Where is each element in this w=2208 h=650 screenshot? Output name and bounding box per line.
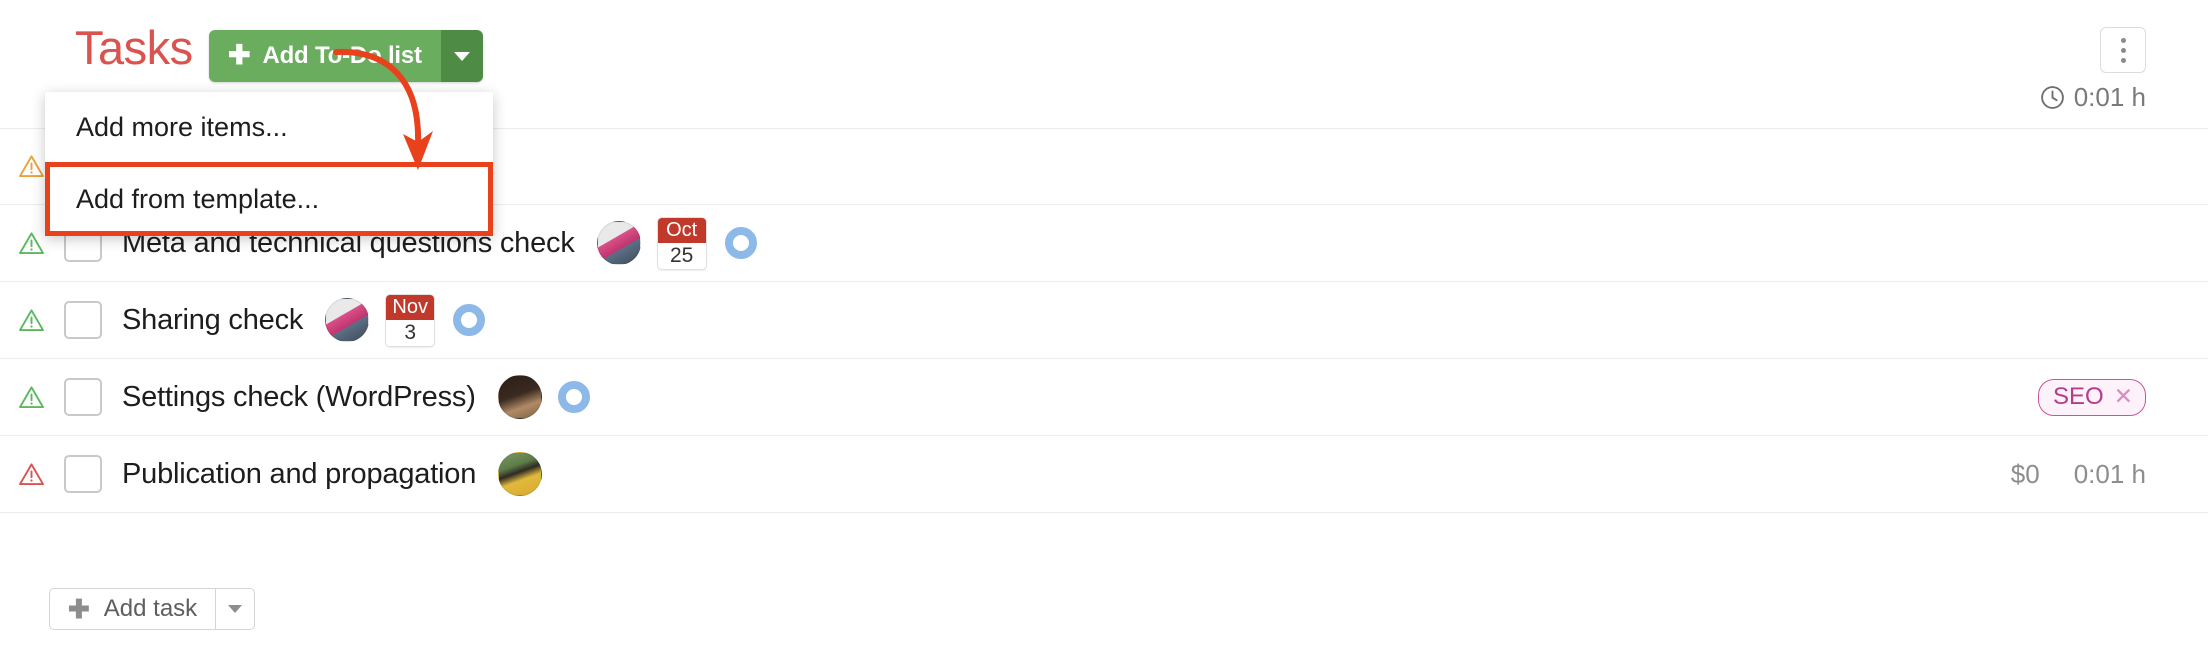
table-row[interactable]: Publication and propagation $0 0:01 h — [0, 436, 2208, 513]
add-task-button[interactable]: ✚ Add task — [50, 589, 215, 629]
status-badge[interactable]: SEO ✕ — [2038, 378, 2146, 416]
chevron-down-icon — [453, 51, 470, 61]
task-title: Publication and propagation — [122, 457, 477, 490]
warning-triangle-icon — [19, 385, 44, 408]
warning-triangle-icon — [19, 231, 44, 254]
add-task-split-button[interactable]: ✚ Add task — [49, 588, 256, 630]
task-checkbox[interactable] — [64, 378, 102, 416]
header-time-label: 0:01 h — [2073, 82, 2146, 112]
task-title: Settings check (WordPress) — [122, 380, 476, 413]
due-date-badge[interactable]: Nov 3 — [385, 293, 436, 347]
task-time: 0:01 h — [2073, 458, 2146, 489]
kebab-dot-icon — [2120, 47, 2126, 53]
clock-icon — [2040, 86, 2064, 109]
add-task-label: Add task — [103, 595, 198, 622]
menu-item-add-from-template[interactable]: Add from template... — [45, 162, 493, 236]
add-task-dropdown-toggle[interactable] — [215, 589, 254, 629]
more-options-button[interactable] — [2100, 27, 2146, 73]
row-right-meta: $0 0:01 h — [2011, 436, 2146, 512]
tag-label: SEO — [2053, 382, 2104, 410]
task-title: Sharing check — [122, 303, 304, 336]
menu-item-label: Add more items... — [76, 111, 288, 142]
table-row[interactable]: Sharing check Nov 3 — [0, 282, 2208, 359]
menu-item-label: Add from template... — [76, 183, 320, 214]
chevron-down-icon — [228, 605, 243, 613]
add-todo-list-dropdown-toggle[interactable] — [440, 30, 483, 82]
kebab-dot-icon — [2120, 37, 2126, 43]
avatar[interactable] — [596, 221, 641, 265]
due-date-month: Nov — [386, 294, 435, 320]
add-todo-dropdown-menu: Add more items... Add from template... — [45, 92, 493, 236]
task-cost: $0 — [2010, 458, 2040, 489]
table-row[interactable]: Settings check (WordPress) SEO ✕ — [0, 359, 2208, 436]
add-todo-list-button[interactable]: ✚ Add To-Do list — [209, 30, 441, 82]
close-icon[interactable]: ✕ — [2114, 385, 2133, 408]
warning-triangle-icon — [19, 155, 44, 178]
warning-triangle-icon — [19, 462, 44, 485]
due-date-badge[interactable]: Oct 25 — [656, 216, 707, 270]
due-date-day: 25 — [657, 242, 706, 269]
warning-triangle-icon — [19, 308, 44, 331]
due-date-day: 3 — [386, 319, 435, 346]
plus-icon: ✚ — [68, 594, 90, 624]
avatar[interactable] — [498, 452, 543, 496]
avatar[interactable] — [325, 298, 370, 342]
header-time-total: 0:01 h — [2040, 82, 2146, 113]
progress-donut-icon[interactable] — [453, 304, 486, 336]
page-header: Tasks ✚ Add To-Do list 0:01 h — [0, 0, 2208, 112]
plus-icon: ✚ — [228, 39, 251, 70]
row-right-meta: SEO ✕ — [2038, 359, 2146, 435]
avatar[interactable] — [497, 375, 542, 419]
page-title: Tasks — [75, 21, 193, 74]
menu-item-add-more-items[interactable]: Add more items... — [45, 92, 493, 162]
kebab-dot-icon — [2120, 57, 2126, 63]
add-todo-list-label: Add To-Do list — [262, 42, 422, 69]
add-todo-list-split-button[interactable]: ✚ Add To-Do list — [209, 30, 483, 82]
task-checkbox[interactable] — [64, 301, 102, 339]
progress-donut-icon[interactable] — [724, 227, 757, 259]
progress-donut-icon[interactable] — [557, 381, 590, 413]
task-checkbox[interactable] — [64, 455, 102, 493]
due-date-month: Oct — [657, 217, 706, 243]
